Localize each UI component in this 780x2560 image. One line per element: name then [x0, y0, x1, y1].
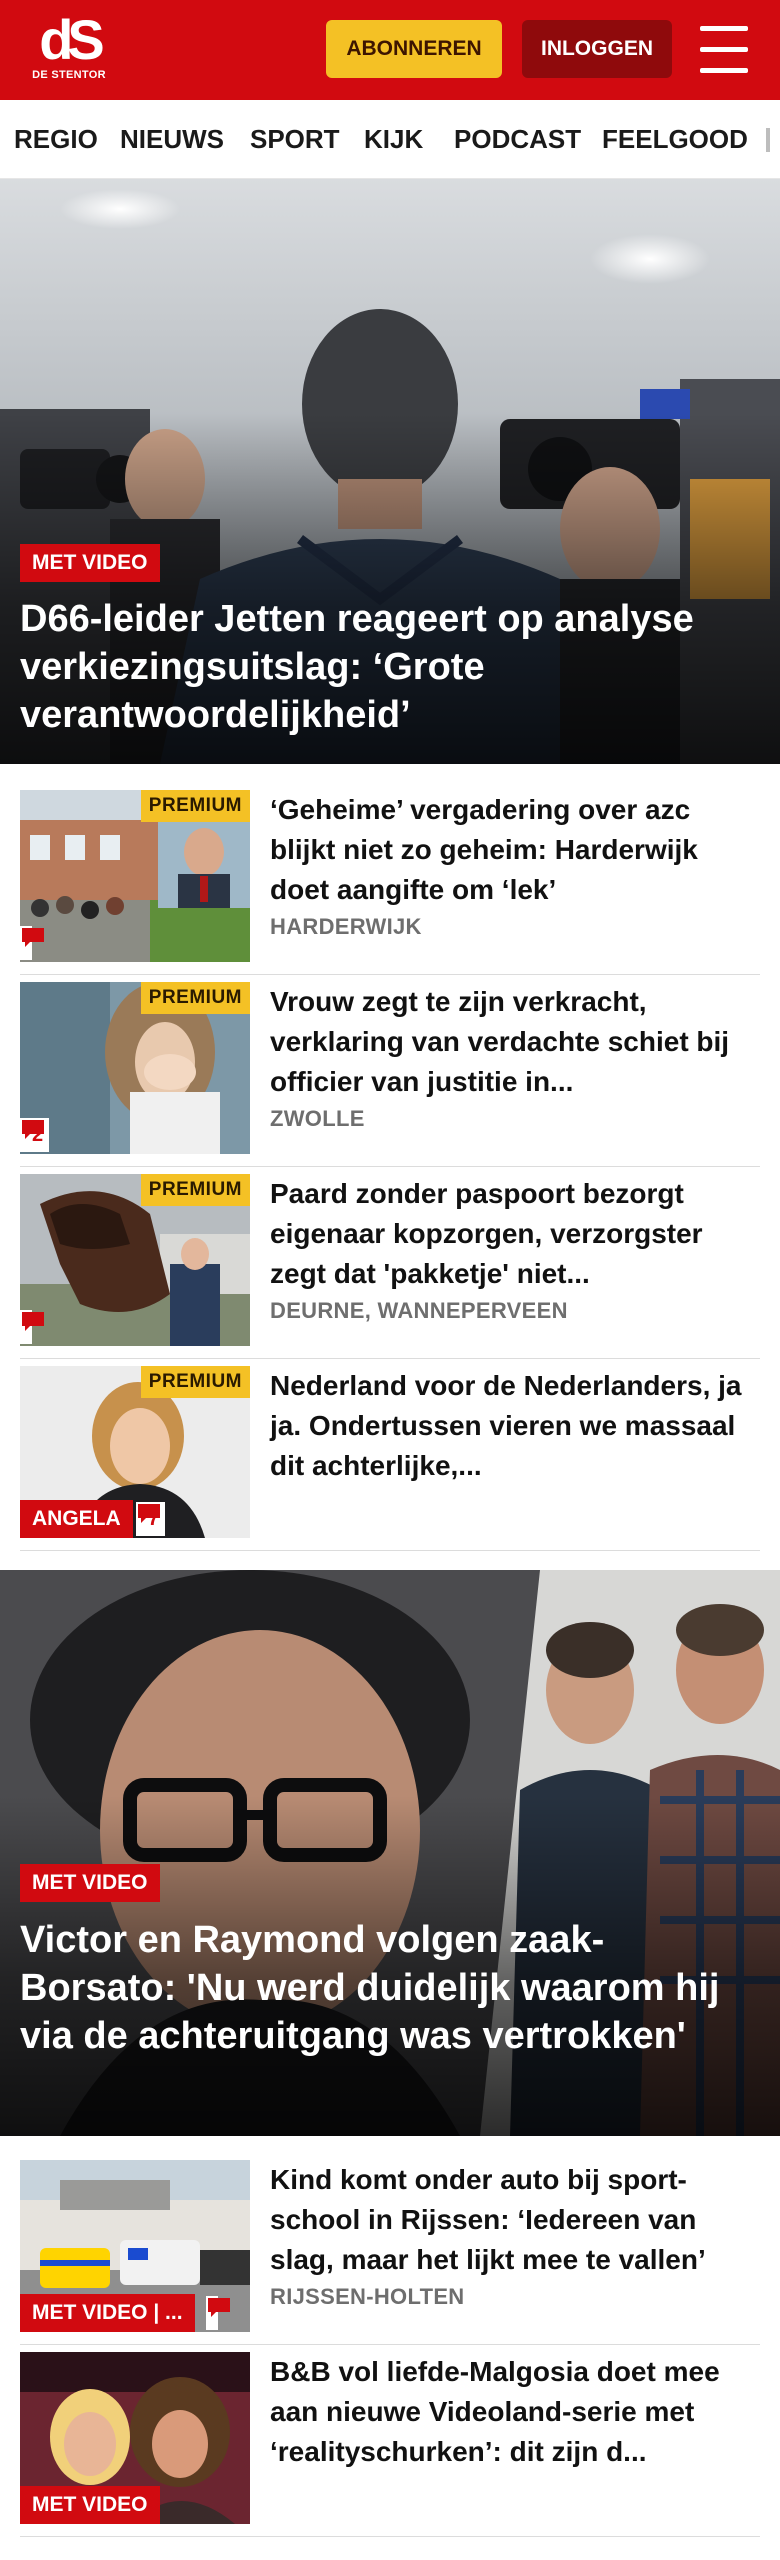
article-item[interactable]: MET VIDEO | ... Kind komt onder auto bij…	[20, 2152, 760, 2345]
video-badge: MET VIDEO	[20, 544, 160, 582]
article-item[interactable]: PREMIUM ‘Geheime’ vergadering over azc b…	[20, 782, 760, 975]
comment-icon	[138, 1504, 160, 1523]
article-title[interactable]: Kind komt onder auto bij sport-school in…	[270, 2160, 750, 2280]
hero-title[interactable]: D66-leider Jetten reageert op analyse ve…	[20, 595, 760, 739]
columnist-label: ANGELA	[20, 1500, 133, 1538]
subscribe-button[interactable]: ABONNEREN	[326, 20, 502, 78]
hamburger-menu-icon[interactable]	[696, 24, 752, 76]
article-thumbnail: PREMIUM	[20, 790, 250, 962]
article-title[interactable]: Nederland voor de Nederlanders, ja ja. O…	[270, 1366, 750, 1486]
article-title[interactable]: ‘Geheime’ vergadering over azc blijkt ni…	[270, 790, 750, 910]
comment-icon	[208, 2298, 230, 2317]
nav-item-sport[interactable]: SPORT	[250, 100, 340, 178]
login-button[interactable]: INLOGGEN	[522, 20, 672, 78]
article-title[interactable]: B&B vol liefde-Malgosia doet mee aan nie…	[270, 2352, 750, 2472]
site-logo[interactable]: dS DE STENTOR	[20, 10, 118, 90]
nav-item-podcast[interactable]: PODCAST	[454, 100, 581, 178]
article-thumbnail: MET VIDEO	[20, 2352, 250, 2524]
logo-mark: dS	[39, 8, 105, 71]
nav-item-nieuws[interactable]: NIEUWS	[120, 100, 224, 178]
comment-icon	[22, 1312, 44, 1331]
nav-overflow-hint	[766, 128, 770, 152]
article-thumbnail: MET VIDEO | ...	[20, 2160, 250, 2332]
nav-item-regio[interactable]: REGIO	[14, 100, 98, 178]
premium-badge: PREMIUM	[140, 1174, 250, 1206]
article-title[interactable]: Vrouw zegt te zijn verkracht, verklaring…	[270, 982, 750, 1102]
article-title[interactable]: Paard zonder paspoort bezorgt eigenaar k…	[270, 1174, 750, 1294]
comment-count[interactable]	[206, 2296, 230, 2330]
video-label: MET VIDEO	[20, 2486, 160, 2524]
article-thumbnail: PREMIUM 2	[20, 982, 250, 1154]
comment-icon	[22, 1120, 44, 1139]
article-location: DEURNE, WANNEPERVEEN	[270, 1298, 568, 1323]
comment-count[interactable]	[20, 1310, 44, 1344]
premium-badge: PREMIUM	[140, 790, 250, 822]
premium-badge: PREMIUM	[140, 1366, 250, 1398]
section-nav: REGIO NIEUWS SPORT KIJK PODCAST FEELGOOD	[0, 100, 780, 179]
article-thumbnail: PREMIUM ANGELA 7	[20, 1366, 250, 1538]
article-location: HARDERWIJK	[270, 914, 422, 939]
article-item[interactable]: PREMIUM ANGELA 7 Nederland voor de Neder…	[20, 1358, 760, 1551]
nav-item-kijk[interactable]: KIJK	[364, 100, 423, 178]
article-location: ZWOLLE	[270, 1106, 365, 1131]
video-label: MET VIDEO | ...	[20, 2294, 195, 2332]
article-item[interactable]: PREMIUM 2 Vrouw zegt te zijn verkracht, …	[20, 974, 760, 1167]
video-badge: MET VIDEO	[20, 1864, 160, 1902]
hero-title[interactable]: Victor en Raymond volgen zaak-Borsato: '…	[20, 1916, 760, 2060]
comment-count[interactable]: 2	[20, 1118, 50, 1152]
article-thumbnail: PREMIUM	[20, 1174, 250, 1346]
site-header: dS DE STENTOR ABONNEREN INLOGGEN	[0, 0, 780, 100]
article-item[interactable]: PREMIUM Paard zonder paspoort bezorgt ei…	[20, 1166, 760, 1359]
nav-item-feelgood[interactable]: FEELGOOD	[602, 100, 748, 178]
logo-subtitle: DE STENTOR	[32, 69, 106, 81]
hero-article-victor-raymond[interactable]: MET VIDEO Victor en Raymond volgen zaak-…	[0, 1570, 780, 2136]
comment-count[interactable]	[20, 926, 44, 960]
comment-count[interactable]: 7	[136, 1502, 166, 1536]
premium-badge: PREMIUM	[140, 982, 250, 1014]
comment-icon	[22, 928, 44, 947]
article-location: RIJSSEN-HOLTEN	[270, 2284, 465, 2309]
article-item[interactable]: MET VIDEO B&B vol liefde-Malgosia doet m…	[20, 2344, 760, 2537]
hero-article-jetten[interactable]: MET VIDEO D66-leider Jetten reageert op …	[0, 179, 780, 764]
